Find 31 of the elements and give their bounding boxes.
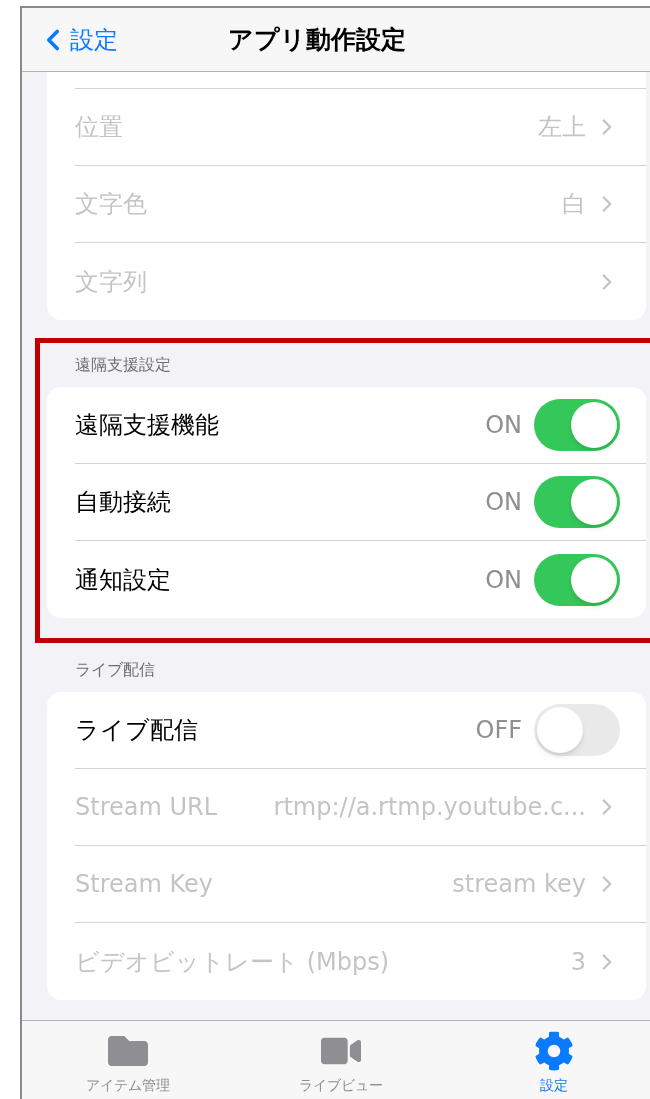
row-value: 左上 (538, 112, 586, 143)
row-value: 3 (570, 946, 586, 978)
row-value: ON (485, 410, 522, 441)
tab-item[interactable]: 設定 (447, 1021, 650, 1099)
row-label: Stream Key (75, 869, 213, 900)
row-label: 位置 (75, 112, 123, 143)
toggle-switch[interactable] (534, 553, 620, 606)
settings-icon (533, 1031, 574, 1071)
section-header: ライブ配信 (75, 659, 155, 681)
toggle-switch[interactable] (534, 399, 620, 451)
row-label: ライブ配信 (75, 715, 198, 746)
tab-item[interactable]: ライブビュー (234, 1021, 448, 1099)
back-button[interactable]: 設定 (36, 21, 118, 58)
row-value: stream key (452, 869, 586, 900)
row-value: 白 (562, 189, 586, 220)
row-value: rtmp://a.rtmp.youtube.c... (273, 792, 586, 823)
screen-title: アプリ動作設定 (228, 23, 406, 56)
row-value: ON (485, 564, 522, 596)
row-label: 遠隔支援機能 (75, 410, 219, 441)
toggle-switch[interactable] (534, 476, 620, 528)
row-label: 自動接続 (75, 487, 171, 518)
toggle-switch[interactable] (534, 704, 620, 756)
row-label: 通知設定 (75, 564, 171, 596)
tab-item[interactable]: アイテム管理 (22, 1021, 235, 1099)
section-header: 遠隔支援設定 (75, 354, 171, 376)
row-label: 文字列 (75, 266, 147, 298)
row-value: OFF (475, 715, 522, 746)
row-label: Stream URL (75, 792, 218, 823)
row-label: 文字色 (75, 189, 147, 220)
row-label: ビデオビットレート (Mbps) (75, 946, 390, 978)
row-value: ON (485, 487, 522, 518)
